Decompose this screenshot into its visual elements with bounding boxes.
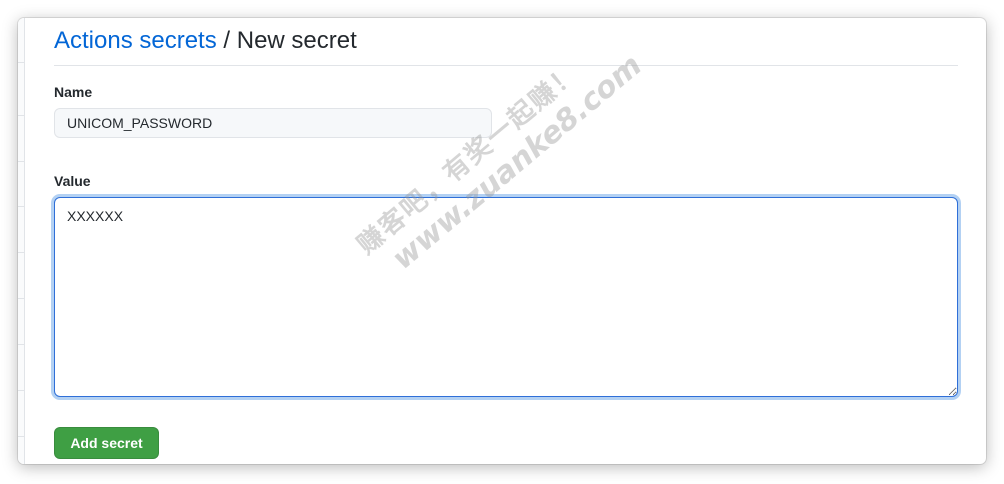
sidebar-divider [18, 344, 24, 345]
page-header: Actions secrets / New secret [54, 26, 958, 66]
secret-form-window: Actions secrets / New secret Name Value … [18, 18, 986, 464]
sidebar-divider [18, 62, 24, 63]
add-secret-button[interactable]: Add secret [54, 427, 159, 459]
breadcrumb-actions-secrets-link[interactable]: Actions secrets [54, 27, 217, 54]
sidebar-divider [18, 206, 24, 207]
sidebar-divider [18, 298, 24, 299]
sidebar-divider [18, 390, 24, 391]
sidebar-divider [18, 252, 24, 253]
value-label: Value [54, 173, 91, 189]
name-label: Name [54, 84, 93, 100]
sidebar-divider [18, 436, 24, 437]
left-sidebar-edge [18, 18, 25, 464]
page-title: New secret [236, 27, 357, 54]
sidebar-divider [18, 161, 24, 162]
secret-value-textarea[interactable]: XXXXXX [54, 197, 958, 397]
sidebar-divider [18, 115, 24, 116]
breadcrumb-separator: / [216, 27, 237, 54]
secret-name-input[interactable] [54, 108, 492, 138]
